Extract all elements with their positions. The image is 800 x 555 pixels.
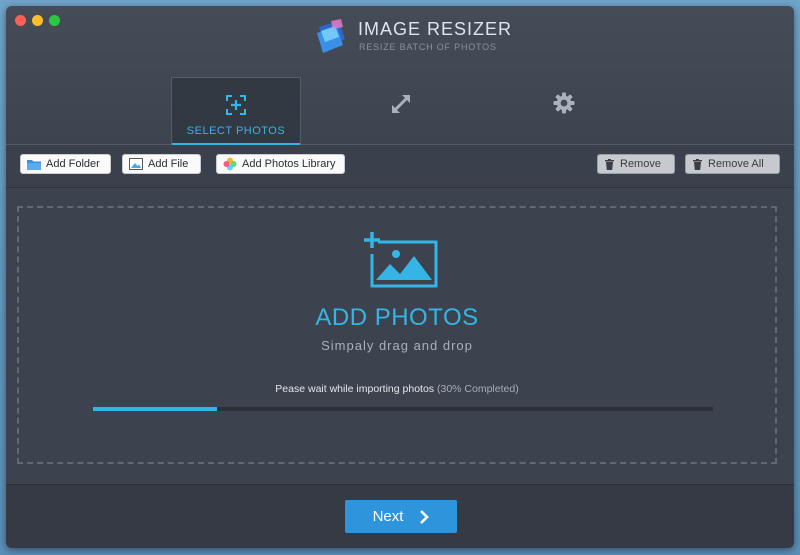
trash-icon xyxy=(605,158,614,170)
minimize-window-button[interactable] xyxy=(32,15,43,26)
chevron-right-icon xyxy=(420,509,430,524)
add-folder-label: Add Folder xyxy=(46,158,100,170)
import-progress-fill xyxy=(93,407,217,411)
zoom-window-button[interactable] xyxy=(49,15,60,26)
app-header: IMAGE RESIZER RESIZE BATCH OF PHOTOS SEL… xyxy=(6,6,794,145)
resize-arrows-icon xyxy=(392,95,410,113)
import-progress-text: Pease wait while importing photos (30% C… xyxy=(19,383,775,395)
main-content: ADD PHOTOS Simpaly drag and drop Pease w… xyxy=(6,188,794,484)
add-folder-button[interactable]: Add Folder xyxy=(20,154,111,174)
image-file-icon xyxy=(129,158,143,170)
tab-resize[interactable] xyxy=(341,77,461,144)
add-photos-subtitle: Simpaly drag and drop xyxy=(321,338,473,353)
add-file-button[interactable]: Add File xyxy=(122,154,201,174)
import-progress-bar xyxy=(93,407,713,411)
tab-select-photos[interactable]: SELECT PHOTOS xyxy=(171,77,301,145)
folder-icon xyxy=(27,159,41,170)
import-progress-percent: (30% Completed) xyxy=(436,383,519,395)
app-subtitle: RESIZE BATCH OF PHOTOS xyxy=(359,42,497,52)
tab-select-photos-label: SELECT PHOTOS xyxy=(186,125,286,137)
add-photos-library-label: Add Photos Library xyxy=(242,158,336,170)
app-logo-icon xyxy=(317,19,345,53)
add-photos-icon xyxy=(364,232,438,288)
remove-all-button[interactable]: Remove All xyxy=(685,154,780,174)
remove-all-label: Remove All xyxy=(708,158,764,170)
app-window: IMAGE RESIZER RESIZE BATCH OF PHOTOS SEL… xyxy=(6,6,794,548)
remove-label: Remove xyxy=(620,158,661,170)
photo-drop-zone[interactable]: ADD PHOTOS Simpaly drag and drop Pease w… xyxy=(17,206,777,464)
add-photos-title: ADD PHOTOS xyxy=(315,304,479,331)
close-window-button[interactable] xyxy=(15,15,26,26)
trash-icon xyxy=(693,158,702,170)
photos-app-icon xyxy=(223,157,237,171)
remove-button[interactable]: Remove xyxy=(597,154,675,174)
next-button[interactable]: Next xyxy=(345,500,457,533)
add-photos-library-button[interactable]: Add Photos Library xyxy=(216,154,345,174)
footer-bar: Next xyxy=(6,484,794,548)
toolbar: Add Folder Add File Add Photos Library R… xyxy=(6,145,794,188)
gear-icon xyxy=(553,92,575,114)
tab-settings[interactable] xyxy=(511,77,621,144)
app-title: IMAGE RESIZER xyxy=(358,19,513,39)
add-file-label: Add File xyxy=(148,158,189,170)
import-progress-message: Pease wait while importing photos xyxy=(275,383,435,395)
next-button-label: Next xyxy=(372,508,404,525)
add-photo-icon xyxy=(226,95,246,115)
